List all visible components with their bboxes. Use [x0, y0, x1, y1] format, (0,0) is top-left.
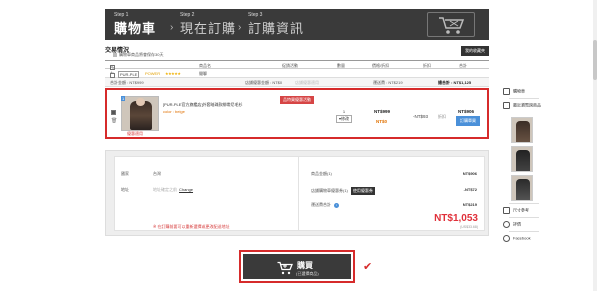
buy-button-label: 購買 [297, 261, 313, 270]
sidebar-item-recent[interactable]: 最近瀏覽過商品 [503, 102, 543, 109]
shop-name[interactable]: PUR-PLE [118, 71, 140, 78]
step-label: 購物車 [114, 21, 157, 36]
coupon-link[interactable]: 優惠適用 [127, 131, 143, 137]
quantity-control: 1 ▾修改 [336, 109, 353, 123]
recent-thumb[interactable] [511, 117, 533, 143]
edit-label: 修改 [341, 116, 350, 121]
rating-stars: ★★★★★ [165, 71, 181, 76]
checkmark-icon: ✔ [363, 261, 373, 273]
scrollbar[interactable] [593, 0, 597, 291]
shop-promo-apply[interactable]: 店鋪優惠適用 [295, 80, 319, 86]
promo-tag: 品特買優惠活動 [280, 96, 314, 104]
step-label: 現在訂購 [180, 21, 237, 36]
grand-total-small: 總合計 : NT$1,125 [438, 80, 472, 85]
edit-quantity-button[interactable]: ▾修改 [336, 115, 353, 123]
buy-button[interactable]: 購買 (已選擇商品) [243, 254, 351, 279]
product-discount: -NT$93 [413, 114, 429, 119]
shop-row: PUR-PLE POWER ★★★★★ 閒聊 [105, 69, 489, 78]
sidebar-item-facebook[interactable]: Facebook [503, 235, 543, 242]
sidebar-item-label: 評價 [513, 221, 521, 227]
step-number: Step 2 [180, 12, 195, 18]
grand-total-usd: (US$33.68) [460, 225, 478, 229]
history-icon [503, 102, 510, 109]
subtotal-amount: 合計金額 : NT$999 [110, 80, 144, 85]
buy-button-frame: 購買 (已選擇商品) [239, 250, 355, 283]
shipping-address-box: 國家 台灣 地址 地址確定之前 Change ※ 在訂購前要可以重新選擇或更改配送… [114, 156, 299, 231]
location-pin-icon [503, 235, 510, 242]
chevron-right-icon: › [170, 22, 174, 33]
product-option: color : beige [163, 109, 185, 114]
sidebar-item-size[interactable]: 尺寸參考 [503, 207, 543, 214]
shop-promo-amount: 店鋪優惠金額 : NT$0 [245, 80, 283, 85]
shipping-label: 運送費合計 [311, 202, 331, 207]
step-order: Step 2 現在訂購 [180, 12, 236, 38]
change-address-link[interactable]: Change [179, 187, 193, 192]
coupon-label: 店鋪購物車優惠券(1) [311, 188, 348, 193]
coupon-value: -NT$72 [463, 187, 477, 192]
cart-note: 購物車商品將會保存30天 [113, 52, 163, 58]
info-icon [113, 53, 117, 57]
product-price: NT$999 [374, 109, 391, 114]
step-number: Step 1 [114, 12, 129, 18]
sidebar-item-label: Facebook [513, 235, 531, 241]
chat-icon [503, 221, 510, 228]
product-discount-price: NT$0 [376, 119, 388, 124]
product-row: 🗑 1 優惠適用 [PUR-PLE官方旗艦店]外套暗珠款綁帶尼毛衫 color … [105, 88, 489, 139]
buy-button-sub: (已選擇商品) [296, 271, 319, 276]
shipping-amount: 運送費 : NT$219 [373, 80, 403, 85]
checkout-steps: Step 1 購物車 › Step 2 現在訂購 › Step 3 訂購資訊 [105, 9, 489, 40]
scrollbar-thumb[interactable] [593, 40, 597, 80]
cart-icon [503, 88, 510, 95]
totals-box: 商品金額(1) NT$906 店鋪購物車優惠券(1) 使用優惠券 -NT$72 運送費… [298, 156, 485, 231]
discount-label: 折扣 [438, 114, 446, 119]
right-sidebar: 購物車 最近瀏覽過商品 尺寸參考 評價 Facebook [503, 0, 543, 291]
step-info: Step 3 訂購資訊 [248, 12, 304, 38]
table-header: 所有 商品名 促銷活動 數量 價格/折扣 折扣 合計 [105, 60, 489, 76]
trash-icon[interactable]: 🗑 [111, 118, 117, 124]
country-label: 國家 [121, 171, 129, 176]
shipping-row: 運送費合計 i NT$219 [311, 202, 481, 208]
step-number: Step 3 [248, 12, 263, 18]
amount-row: 商品金額(1) NT$906 [311, 171, 481, 177]
quantity-value: 1 [342, 109, 346, 114]
favorites-button[interactable]: 我的收藏夾 [461, 46, 489, 56]
step-label: 訂購資訊 [248, 21, 305, 36]
chat-link[interactable]: 閒聊 [199, 71, 207, 77]
recent-thumb[interactable] [511, 175, 533, 201]
cart-note-text: 購物車商品將會保存30天 [119, 52, 164, 57]
item-number-badge: 1 [121, 96, 126, 101]
recent-thumb[interactable] [511, 146, 533, 172]
product-name[interactable]: [PUR-PLE官方旗艦店]外套暗珠款綁帶尼毛衫 [163, 102, 243, 108]
cart-icon [427, 12, 475, 37]
sidebar-item-label: 購物車 [513, 88, 525, 94]
cart-icon [277, 261, 293, 275]
address-value: 地址確定之前 [153, 187, 177, 192]
shipping-value: NT$219 [462, 202, 477, 207]
coupon-row: 店鋪購物車優惠券(1) 使用優惠券 -NT$72 [311, 187, 481, 195]
buy-single-button[interactable]: 訂購單買 [456, 116, 480, 126]
address-label: 地址 [121, 187, 129, 192]
product-thumbnail[interactable] [121, 96, 159, 131]
power-badge: POWER [145, 71, 161, 76]
amount-label: 商品金額(1) [311, 171, 332, 176]
product-total: NT$906 [458, 109, 475, 114]
sidebar-item-label: 尺寸參考 [513, 207, 529, 213]
use-coupon-button[interactable]: 使用優惠券 [350, 187, 375, 195]
subtotal-row: 合計金額 : NT$999 店鋪優惠金額 : NT$0 店鋪優惠適用 運送費 :… [105, 78, 489, 87]
order-summary-panel: 國家 台灣 地址 地址確定之前 Change ※ 在訂購前要可以重新選擇或更改配送… [105, 150, 489, 236]
chevron-right-icon: › [238, 22, 242, 33]
sidebar-item-review[interactable]: 評價 [503, 221, 543, 228]
grand-total: NT$1,053 [434, 213, 478, 224]
sidebar-item-cart[interactable]: 購物車 [503, 88, 543, 95]
country-value: 台灣 [153, 171, 161, 176]
sidebar-item-label: 最近瀏覽過商品 [513, 102, 541, 108]
address-warning: ※ 在訂購前要可以重新選擇或更改配送地址 [153, 224, 230, 229]
step-cart: Step 1 購物車 [114, 12, 156, 38]
info-icon[interactable]: i [334, 203, 339, 208]
amount-value: NT$906 [462, 171, 477, 176]
ruler-icon [503, 207, 510, 214]
